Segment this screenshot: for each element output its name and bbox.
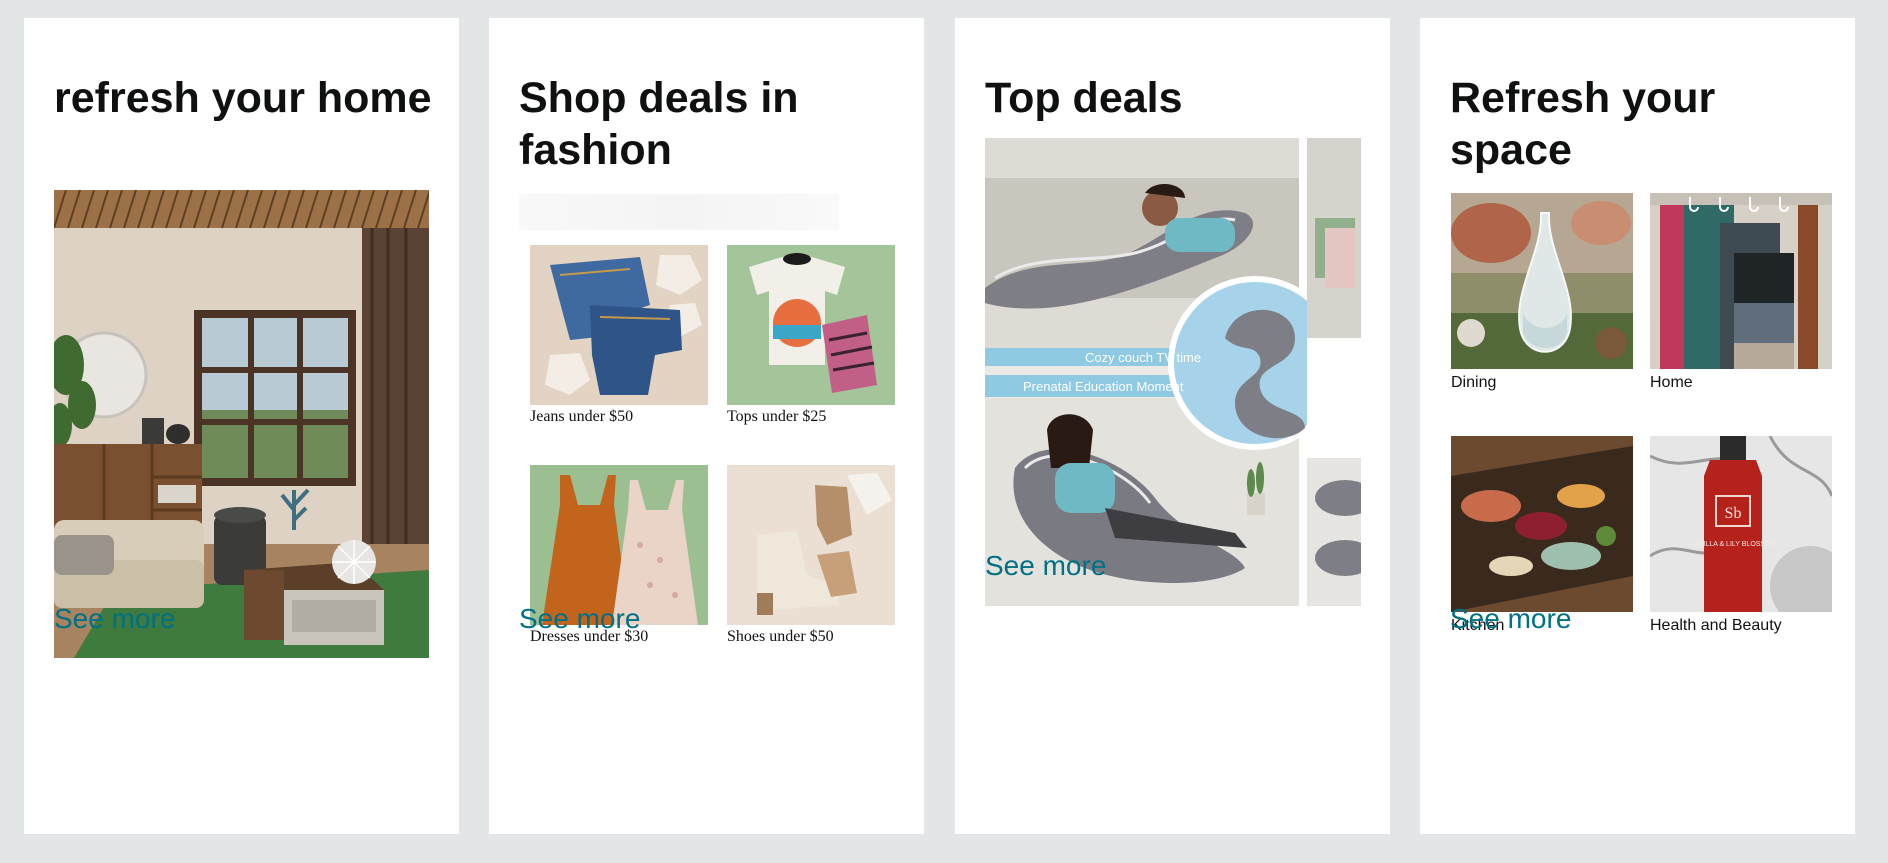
fashion-tile-shoes[interactable]: Shoes under $50	[727, 465, 895, 655]
see-more-link[interactable]: See more	[985, 550, 1106, 582]
bottle-text: VANILLA & LILY BLOSSOM	[1690, 541, 1777, 548]
dining-image	[1451, 193, 1633, 369]
see-more-link[interactable]: See more	[54, 603, 175, 635]
card-refresh-space: Refresh your space Dining Home Kitchen S…	[1420, 18, 1855, 834]
card-title: Top deals	[985, 74, 1183, 122]
fashion-tile-tops[interactable]: Tops under $25	[727, 245, 895, 435]
fashion-tile-jeans[interactable]: Jeans under $50	[530, 245, 708, 435]
tile-label: Shoes under $50	[727, 628, 834, 645]
jeans-image	[530, 245, 708, 405]
banner-strip	[519, 194, 839, 230]
banner-line-2: Prenatal Education Moment	[1023, 379, 1184, 394]
tile-label: Dining	[1451, 374, 1497, 391]
see-more-link[interactable]: See more	[1450, 603, 1571, 635]
pillow-product-image[interactable]: Cozy couch TV time Prenatal Education Mo…	[985, 138, 1361, 606]
tile-label: Health and Beauty	[1650, 617, 1782, 634]
space-tile-health-beauty[interactable]: Sb VANILLA & LILY BLOSSOM Health and Bea…	[1650, 436, 1832, 646]
tile-label: Home	[1650, 374, 1693, 391]
card-top-deals: Top deals Cozy couch TV time Prenatal Ed…	[955, 18, 1390, 834]
shoes-image	[727, 465, 895, 625]
card-fashion-deals: Shop deals in fashion Jeans under $50 To…	[489, 18, 924, 834]
dresses-image	[530, 465, 708, 625]
kitchen-image	[1451, 436, 1633, 612]
bottle-brand: Sb	[1725, 505, 1742, 522]
card-title: Shop deals in fashion	[519, 74, 799, 174]
card-refresh-home: refresh your home See more	[24, 18, 459, 834]
banner-line-1: Cozy couch TV time	[1085, 350, 1201, 365]
tops-image	[727, 245, 895, 405]
space-tile-home[interactable]: Home	[1650, 193, 1832, 403]
living-room-image[interactable]	[54, 190, 429, 658]
home-image	[1650, 193, 1832, 369]
space-tile-dining[interactable]: Dining	[1451, 193, 1633, 403]
tile-label: Tops under $25	[727, 408, 827, 425]
health-beauty-image: Sb VANILLA & LILY BLOSSOM	[1650, 436, 1832, 612]
see-more-link[interactable]: See more	[519, 603, 640, 635]
card-title: Refresh your space	[1450, 74, 1716, 174]
card-title: refresh your home	[54, 74, 432, 122]
tile-label: Jeans under $50	[530, 408, 634, 425]
